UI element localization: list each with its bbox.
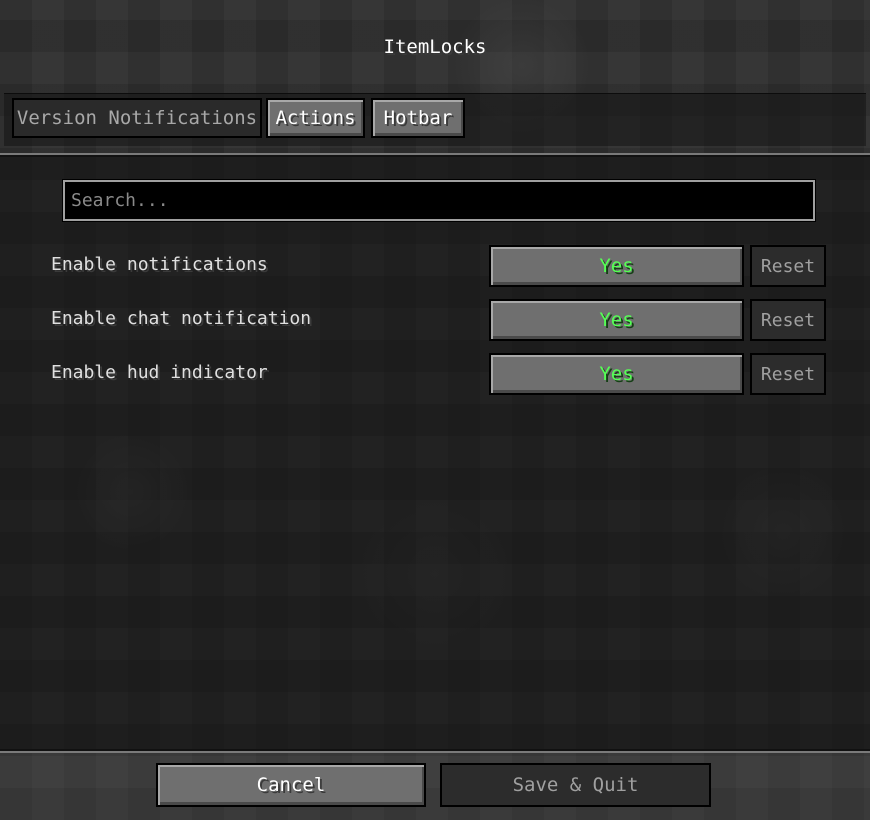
tab-version-notifications[interactable]: Version Notifications xyxy=(12,98,262,138)
reset-button-enable-chat-notification[interactable]: Reset xyxy=(750,299,826,341)
option-label-enable-hud-indicator: Enable hud indicator xyxy=(51,362,268,383)
toggle-enable-chat-notification[interactable]: Yes xyxy=(489,299,744,341)
toggle-enable-notifications[interactable]: Yes xyxy=(489,245,744,287)
save-and-quit-button[interactable]: Save & Quit xyxy=(440,763,711,807)
reset-button-enable-notifications[interactable]: Reset xyxy=(750,245,826,287)
option-label-enable-notifications: Enable notifications xyxy=(51,254,268,275)
tab-hotbar[interactable]: Hotbar xyxy=(371,98,465,138)
screen-title: ItemLocks xyxy=(383,36,487,58)
cancel-button[interactable]: Cancel xyxy=(156,763,426,807)
option-label-enable-chat-notification: Enable chat notification xyxy=(51,308,312,329)
reset-button-enable-hud-indicator[interactable]: Reset xyxy=(750,353,826,395)
search-input[interactable] xyxy=(62,179,816,222)
category-tab-bar: Version Notifications Actions Hotbar xyxy=(4,93,866,146)
tab-actions[interactable]: Actions xyxy=(266,98,365,138)
footer-bar xyxy=(0,753,870,820)
toggle-enable-hud-indicator[interactable]: Yes xyxy=(489,353,744,395)
